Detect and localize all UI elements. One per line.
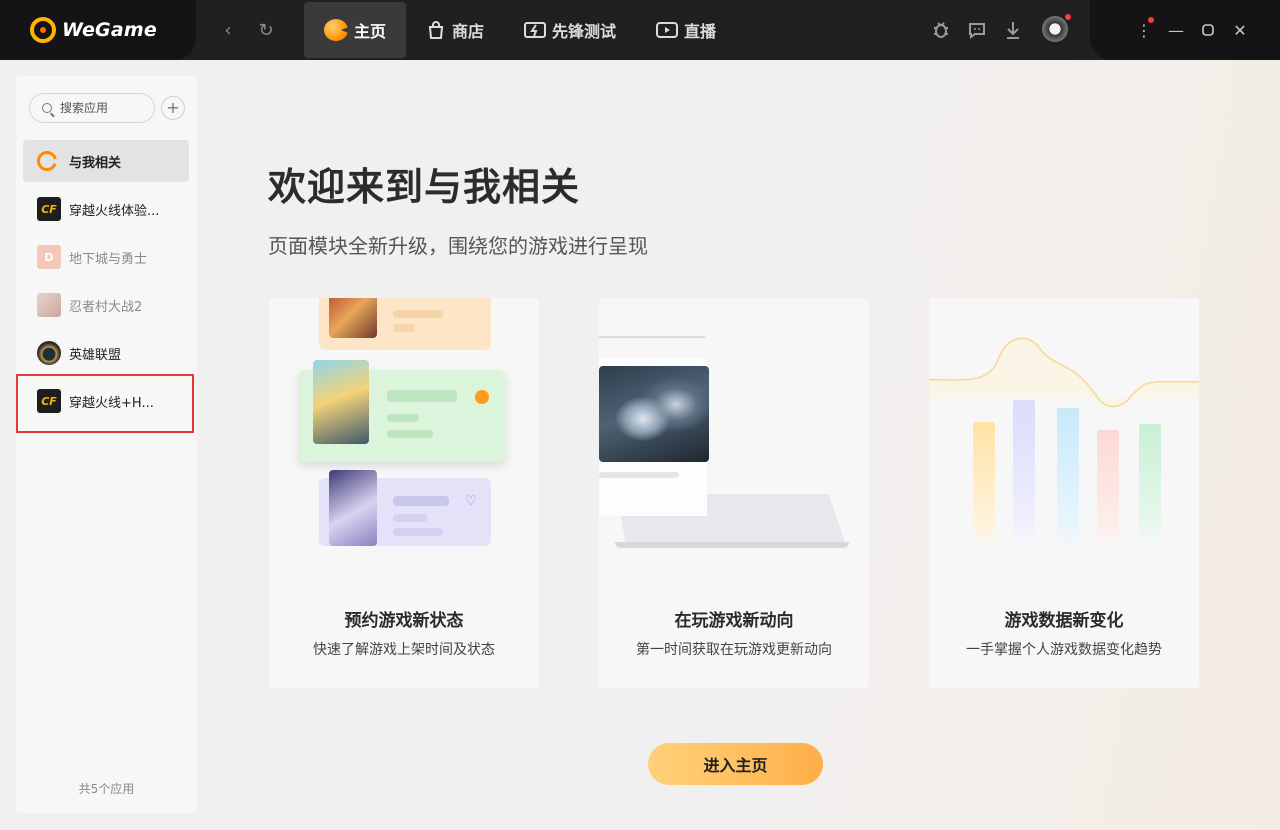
search-input[interactable] bbox=[60, 101, 140, 115]
enter-home-button[interactable]: 进入主页 bbox=[648, 743, 823, 785]
sidebar-item-label: 与我相关 bbox=[69, 155, 122, 171]
card-description: 快速了解游戏上架时间及状态 bbox=[313, 642, 495, 658]
sidebar-item-lol[interactable]: 英雄联盟 bbox=[23, 332, 189, 374]
window-controls: ⋮ — ✕ bbox=[1090, 0, 1280, 60]
sidebar-item-related[interactable]: 与我相关 bbox=[23, 140, 189, 182]
add-app-button[interactable]: + bbox=[161, 96, 185, 120]
fire-badge-icon bbox=[475, 390, 489, 404]
logo-area: WeGame bbox=[0, 0, 196, 60]
minimize-icon[interactable]: — bbox=[1164, 18, 1188, 42]
search-icon bbox=[42, 103, 52, 113]
play-video-icon bbox=[656, 20, 679, 40]
chat-icon[interactable] bbox=[966, 16, 988, 44]
card-description: 第一时间获取在玩游戏更新动向 bbox=[636, 642, 832, 658]
card-description: 一手掌握个人游戏数据变化趋势 bbox=[966, 642, 1162, 658]
naruto-game-icon bbox=[37, 293, 61, 317]
sidebar-item-label: 英雄联盟 bbox=[69, 347, 122, 363]
app-count: 共5个应用 bbox=[78, 782, 135, 796]
game-screenshot bbox=[599, 366, 709, 462]
toolbar-right bbox=[930, 14, 1071, 44]
tab-store-label: 商店 bbox=[452, 22, 485, 41]
lightning-screen-icon bbox=[524, 20, 547, 40]
page-subtitle: 页面模块全新升级，围绕您的游戏进行呈现 bbox=[268, 234, 648, 258]
tab-store[interactable]: 商店 bbox=[406, 2, 504, 58]
feature-card-data: 游戏数据新变化 一手掌握个人游戏数据变化趋势 bbox=[929, 298, 1199, 688]
search-box bbox=[29, 93, 155, 123]
data-trend-illustration bbox=[929, 298, 1199, 548]
sidebar-item-dnf[interactable]: D 地下城与勇士 bbox=[23, 236, 189, 278]
crossfire-icon: CF bbox=[37, 197, 61, 221]
card-title: 游戏数据新变化 bbox=[1004, 611, 1124, 631]
card-title: 在玩游戏新动向 bbox=[674, 611, 794, 631]
download-icon[interactable] bbox=[1002, 16, 1024, 44]
sidebar-item-cf-trial[interactable]: CF 穿越火线体验... bbox=[23, 188, 189, 230]
league-of-legends-icon bbox=[37, 341, 61, 365]
sidebar-item-naruto[interactable]: 忍者村大战2 bbox=[23, 284, 189, 326]
main-tabs: 主页 商店 先锋测试 直播 bbox=[304, 2, 736, 58]
tab-home[interactable]: 主页 bbox=[304, 2, 407, 58]
logo-text: WeGame bbox=[62, 19, 157, 41]
tab-home-label: 主页 bbox=[354, 22, 387, 41]
tab-live[interactable]: 直播 bbox=[636, 2, 736, 58]
selection-highlight bbox=[16, 374, 194, 433]
notification-dot bbox=[1065, 14, 1071, 20]
tab-beta-test-label: 先锋测试 bbox=[552, 22, 617, 41]
heart-icon: ♡ bbox=[465, 494, 477, 509]
shopping-bag-icon bbox=[426, 20, 446, 40]
wegame-related-icon bbox=[37, 151, 57, 171]
tab-beta-test[interactable]: 先锋测试 bbox=[504, 2, 636, 58]
restore-icon[interactable] bbox=[1196, 18, 1220, 42]
user-avatar[interactable] bbox=[1042, 14, 1071, 42]
top-bar: WeGame ‹ ↻ 主页 商店 先锋测试 直播 ⋮ — ✕ bbox=[0, 0, 1280, 60]
feature-card-reservation: ♡ 预约游戏新状态 快速了解游戏上架时间及状态 bbox=[269, 298, 539, 688]
wegame-logo-icon bbox=[30, 17, 56, 43]
card-title: 预约游戏新状态 bbox=[344, 611, 464, 631]
sidebar-item-label: 穿越火线体验... bbox=[69, 203, 160, 219]
page-title: 欢迎来到与我相关 bbox=[268, 165, 581, 209]
tab-live-label: 直播 bbox=[684, 22, 717, 41]
main-content: 欢迎来到与我相关 页面模块全新升级，围绕您的游戏进行呈现 ♡ 预约游戏新状态 快… bbox=[197, 60, 1280, 830]
close-icon[interactable]: ✕ bbox=[1228, 18, 1252, 42]
sidebar: + 与我相关 CF 穿越火线体验... D 地下城与勇士 忍者村大战2 英雄联盟… bbox=[16, 76, 197, 813]
more-menu-icon[interactable]: ⋮ bbox=[1132, 17, 1156, 42]
refresh-icon[interactable]: ↻ bbox=[254, 18, 278, 42]
home-pacman-icon bbox=[324, 19, 348, 41]
back-icon[interactable]: ‹ bbox=[216, 18, 240, 42]
sidebar-item-label: 忍者村大战2 bbox=[69, 299, 143, 315]
bug-feedback-icon[interactable] bbox=[930, 16, 952, 44]
feature-card-playing: 在玩游戏新动向 第一时间获取在玩游戏更新动向 bbox=[599, 298, 869, 688]
dnf-icon: D bbox=[37, 245, 61, 269]
sidebar-item-label: 地下城与勇士 bbox=[69, 251, 148, 267]
